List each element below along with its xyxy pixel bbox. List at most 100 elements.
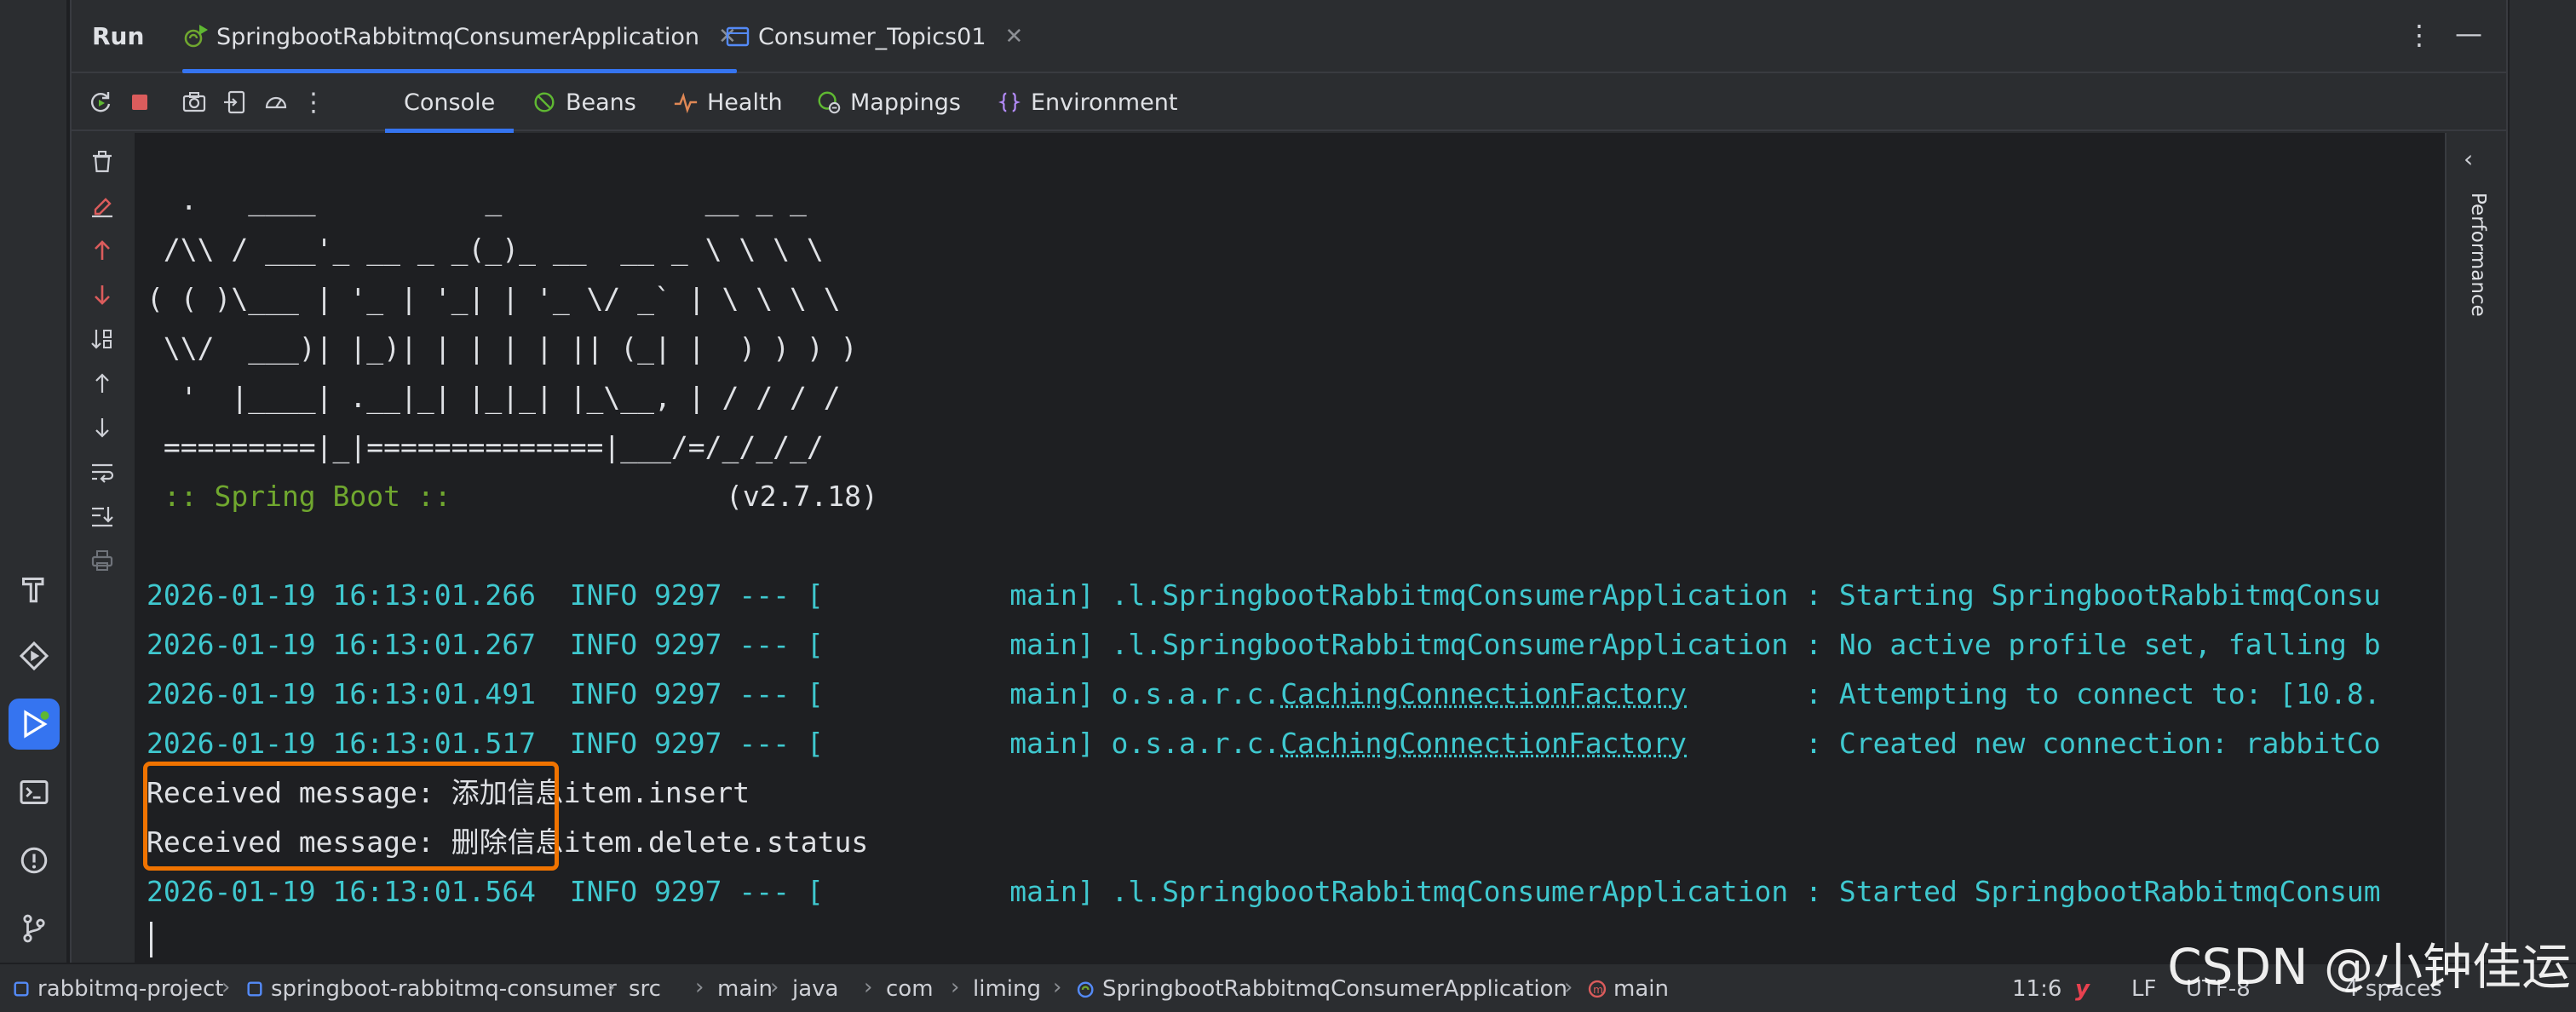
sort-button[interactable] [87,324,118,354]
tab-mappings[interactable]: Mappings [816,73,961,131]
terminal-button[interactable] [9,767,60,818]
console-output[interactable]: . ____ _ __ _ _ /\\ / ___'_ __ _ _(_)_ _… [135,133,2445,963]
build-tool-button[interactable] [9,564,60,615]
git-button[interactable] [9,903,60,954]
environment-icon [998,92,1021,112]
log-level: INFO [569,727,655,760]
breadcrumb-item[interactable]: rabbitmq-project [10,976,224,1002]
tab-health[interactable]: Health [673,73,783,131]
log-line: 2026-01-19 16:13:01.564 INFO 9297 --- [ … [147,867,2381,917]
log-pid: 9297 --- [ [654,875,824,908]
log-logger-pad [1687,677,1788,710]
breadcrumb-item[interactable]: java [792,976,838,1002]
breadcrumb-label: SpringbootRabbitmqConsumerApplication [1102,976,1567,1002]
mappings-tab-label: Mappings [850,89,961,116]
log-message: : Starting SpringbootRabbitmqConsu [1788,578,2381,612]
print-button[interactable] [87,545,118,576]
breadcrumb-item[interactable]: liming [973,976,1041,1002]
tool-window-bar [0,0,68,963]
run-tab-springboot-app[interactable]: SpringbootRabbitmqConsumerApplication ✕ [182,0,737,73]
next-occurrence-button[interactable] [87,279,118,310]
breadcrumb-label: com [886,976,934,1002]
log-thread: main] [823,875,1112,908]
log-level: INFO [569,875,655,908]
method-icon: m [1588,980,1607,998]
log-message: : No active profile set, falling b [1788,628,2381,661]
breadcrumb-label: rabbitmq-project [37,976,224,1002]
eraser-icon [92,198,112,218]
tab-beans[interactable]: Beans [532,73,636,131]
more-actions-icon[interactable]: ⋮ [298,87,329,118]
breadcrumb-item[interactable]: springboot-rabbitmq-consumer [244,976,617,1002]
mappings-icon [818,91,841,114]
breadcrumb-item[interactable]: com [886,976,934,1002]
environment-tab-label: Environment [1031,89,1178,116]
rerun-icon [91,92,111,112]
scroll-to-end-button[interactable] [87,501,118,532]
log-logger-link[interactable]: CachingConnectionFactory [1280,677,1687,710]
rerun-button[interactable] [85,87,116,118]
arrow-up-icon [95,373,109,393]
spring-boot-version: (v2.7.18) [726,480,878,513]
screenshot-button[interactable] [179,87,210,118]
performance-strip: ‹ Performance [2445,133,2506,963]
chevron-left-icon[interactable]: ‹ [2464,145,2473,173]
breadcrumb-item[interactable]: src [629,976,661,1002]
module-icon [14,981,29,997]
stop-button[interactable] [124,87,155,118]
problems-button[interactable] [9,835,60,886]
chevron-right-icon: › [770,975,779,1000]
log-timestamp: 2026-01-19 16:13:01.491 [147,677,570,710]
svg-text:m: m [1593,984,1603,996]
run-panel: Run SpringbootRabbitmqConsumerApplicatio… [70,0,2508,963]
log-timestamp: 2026-01-19 16:13:01.517 [147,727,570,760]
exit-button[interactable] [220,87,250,118]
log-pid: 9297 --- [ [654,677,824,710]
soft-wrap-button[interactable] [87,457,118,487]
health-icon [674,92,698,114]
close-icon[interactable]: ✕ [1005,24,1024,49]
log-timestamp: 2026-01-19 16:13:01.266 [147,578,570,612]
performance-tab[interactable]: Performance [2467,193,2489,317]
clear-all-button[interactable] [87,191,118,221]
log-logger-link[interactable]: CachingConnectionFactory [1280,727,1687,760]
minimize-icon[interactable]: — [2455,17,2482,49]
gauge-icon [265,96,287,109]
run-tool-button[interactable] [9,699,60,750]
plugin-icon[interactable]: y [2075,976,2090,1002]
log-thread: main] [823,628,1112,661]
log-logger: .l.SpringbootRabbitmqConsumerApplication [1111,628,1789,661]
services-button[interactable] [9,630,60,681]
right-tool-window-bar [2510,0,2576,963]
banner-line: /\\ / ___'_ __ _ _(_)_ __ __ _ \ \ \ \ [147,233,824,266]
sort-icon [91,330,112,349]
chevron-right-icon: › [951,975,960,1000]
log-pid: 9297 --- [ [654,578,824,612]
problems-icon [20,847,48,874]
tab-environment[interactable]: Environment [997,73,1177,131]
more-options-icon[interactable]: ⋮ [2406,19,2433,51]
previous-occurrence-button[interactable] [87,235,118,266]
console-side-toolbar [72,133,133,963]
module-icon [247,981,262,997]
line-ending[interactable]: LF [2131,976,2156,1002]
breadcrumb-item[interactable]: main [717,976,773,1002]
soft-wrap-icon [92,463,114,483]
spring-boot-run-icon [184,25,208,48]
clear-console-button[interactable] [87,147,118,177]
health-tab-label: Health [707,89,783,116]
run-tab-consumer-topics[interactable]: Consumer_Topics01 ✕ [724,0,1023,73]
breadcrumb-item[interactable]: SpringbootRabbitmqConsumerApplication [1075,976,1567,1002]
log-message: : Attempting to connect to: [10.8. [1788,677,2381,710]
camera-icon [182,92,206,112]
caret-position[interactable]: 11:6 [2012,976,2061,1002]
scroll-down-button[interactable] [87,412,118,443]
profiler-button[interactable] [261,87,291,118]
tab-console[interactable]: Console [384,73,515,133]
trash-icon [93,151,112,173]
scroll-up-button[interactable] [87,368,118,399]
run-icon [24,710,49,739]
breadcrumb-item[interactable]: m main [1586,976,1669,1002]
terminal-icon [20,780,49,804]
chevron-right-icon: › [1564,975,1573,1000]
